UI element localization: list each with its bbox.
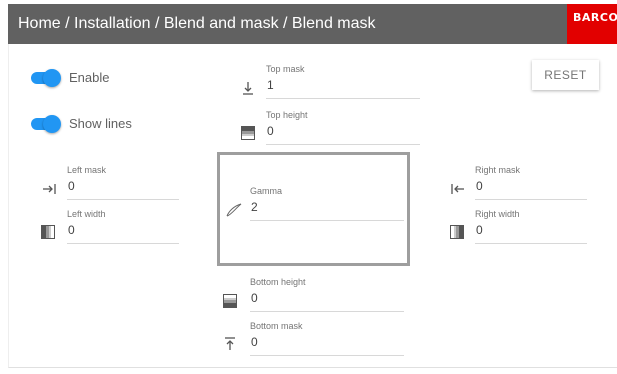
top-height-label: Top height [266, 110, 308, 120]
gamma-label: Gamma [250, 186, 283, 196]
top-mask-input[interactable]: 1 [266, 78, 420, 99]
left-width-label: Left width [67, 209, 106, 219]
gradient-left-icon [40, 224, 56, 240]
arrow-right-to-line-icon [40, 181, 58, 197]
right-mask-label: Right mask [475, 165, 521, 175]
enable-toggle[interactable]: Enable [31, 69, 141, 87]
enable-toggle-knob [43, 69, 61, 87]
show-lines-toggle[interactable]: Show lines [31, 115, 151, 133]
bottom-height-label: Bottom height [250, 277, 306, 287]
top-mask-label: Top mask [266, 64, 305, 74]
left-width-input[interactable]: 0 [67, 223, 179, 244]
reset-button[interactable]: RESET [532, 60, 599, 90]
show-lines-label: Show lines [69, 116, 132, 131]
blend-mask-panel: Enable Show lines RESET Top mask 1 Top h… [8, 44, 617, 368]
arrow-down-to-line-icon [240, 78, 256, 98]
bottom-height-input[interactable]: 0 [250, 291, 404, 312]
left-mask-label: Left mask [67, 165, 107, 175]
logo-text: BARCO [573, 11, 617, 24]
breadcrumb[interactable]: Home / Installation / Blend and mask / B… [18, 15, 376, 33]
arrow-up-to-line-icon [222, 334, 238, 354]
right-width-input[interactable]: 0 [475, 223, 587, 244]
bottom-mask-label: Bottom mask [250, 321, 303, 331]
enable-label: Enable [69, 70, 110, 85]
gradient-bottom-icon [222, 293, 238, 309]
top-height-input[interactable]: 0 [266, 124, 420, 145]
gamma-input[interactable]: 2 [250, 200, 404, 221]
right-mask-input[interactable]: 0 [475, 179, 587, 200]
right-width-label: Right width [475, 209, 520, 219]
gradient-top-icon [240, 125, 256, 141]
bottom-mask-input[interactable]: 0 [250, 335, 404, 356]
left-mask-input[interactable]: 0 [67, 179, 179, 200]
show-lines-toggle-knob [43, 115, 61, 133]
gradient-right-icon [449, 224, 465, 240]
top-bar: Home / Installation / Blend and mask / B… [8, 4, 617, 44]
barco-logo: BARCO [567, 4, 617, 44]
arrow-left-to-line-icon [449, 181, 467, 197]
gamma-curve-icon [225, 202, 243, 218]
